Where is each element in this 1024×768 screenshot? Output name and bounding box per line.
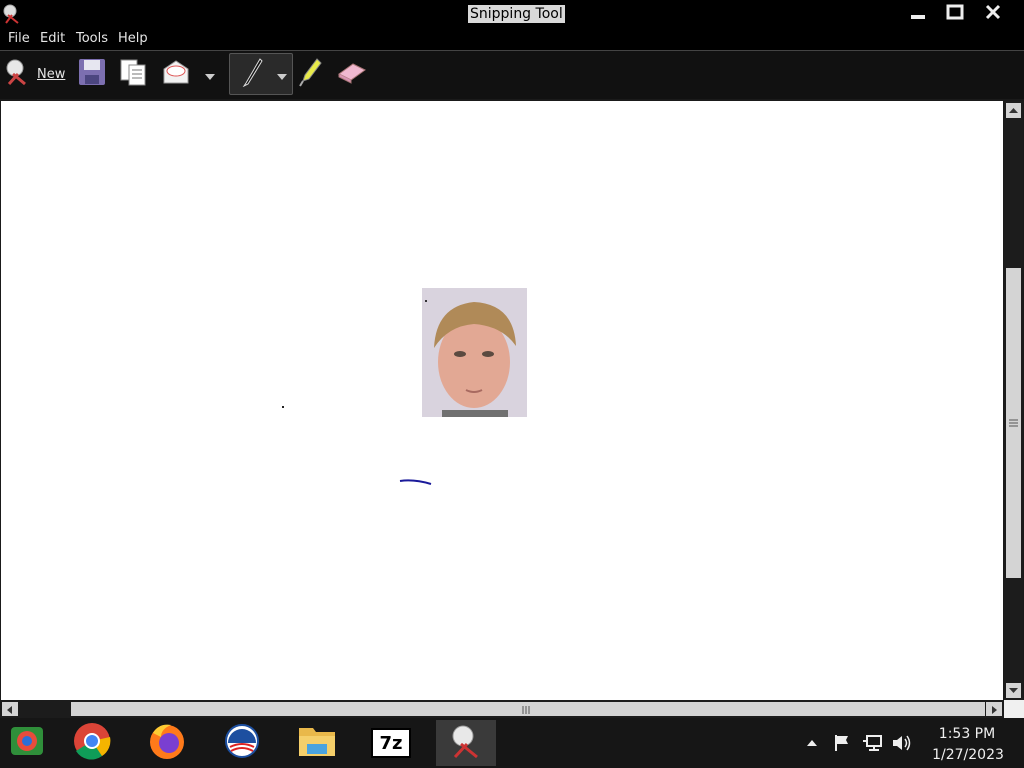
taskbar-snipping-tool[interactable] bbox=[436, 720, 496, 766]
file-explorer-icon bbox=[297, 722, 337, 764]
copy-icon bbox=[118, 57, 148, 91]
ink-dot bbox=[282, 406, 284, 408]
pen-dropdown[interactable] bbox=[274, 56, 290, 92]
snipping-tool-app-icon[interactable] bbox=[2, 3, 24, 25]
scroll-up-button[interactable] bbox=[1006, 103, 1021, 118]
scroll-down-button[interactable] bbox=[1006, 683, 1021, 698]
clock-time[interactable]: 1:53 PM bbox=[930, 726, 1004, 742]
7zip-icon: 7z bbox=[371, 728, 411, 758]
menu-file[interactable]: File bbox=[8, 31, 30, 46]
scrollbar-corner bbox=[1004, 700, 1024, 718]
obama-logo-icon bbox=[224, 723, 260, 763]
taskbar-firefox[interactable] bbox=[137, 720, 197, 766]
save-icon bbox=[77, 57, 107, 91]
copy-button[interactable] bbox=[115, 56, 151, 92]
window-title: Snipping Tool bbox=[468, 5, 565, 23]
highlighter-icon bbox=[297, 56, 323, 92]
send-snip-button[interactable] bbox=[158, 56, 194, 92]
new-snip-icon bbox=[3, 57, 33, 91]
action-center-flag-icon[interactable] bbox=[832, 733, 852, 753]
clock-date[interactable]: 1/27/2023 bbox=[920, 747, 1016, 763]
snipping-tool-icon bbox=[447, 722, 485, 764]
show-hidden-icons-button[interactable] bbox=[804, 735, 820, 751]
7zip-icon-label: 7z bbox=[379, 732, 403, 754]
taskbar-file-explorer[interactable] bbox=[287, 720, 347, 766]
firefox-icon bbox=[147, 721, 187, 765]
scroll-right-button[interactable] bbox=[986, 702, 1002, 716]
send-snip-icon bbox=[160, 57, 192, 91]
pen-dropdown-icon bbox=[277, 65, 287, 84]
captured-photo bbox=[422, 288, 527, 417]
network-icon[interactable] bbox=[861, 733, 883, 753]
minimize-icon bbox=[909, 5, 927, 24]
menu-edit[interactable]: Edit bbox=[40, 31, 65, 46]
pen-icon bbox=[240, 57, 264, 91]
dropdown-arrow-icon bbox=[205, 65, 215, 84]
taskbar-chrome-remote[interactable] bbox=[0, 720, 54, 766]
minimize-button[interactable] bbox=[902, 4, 934, 24]
eraser-button[interactable] bbox=[333, 56, 369, 92]
maximize-button[interactable] bbox=[939, 4, 971, 24]
chrome-icon bbox=[72, 721, 112, 765]
vertical-scroll-thumb[interactable] bbox=[1006, 268, 1021, 578]
chrome-remote-icon bbox=[9, 723, 45, 763]
toolbar bbox=[0, 51, 1024, 99]
menu-tools[interactable]: Tools bbox=[76, 31, 108, 46]
volume-icon[interactable] bbox=[891, 733, 913, 753]
pen-stroke bbox=[399, 479, 432, 485]
menu-bar bbox=[0, 28, 1024, 51]
taskbar-chrome[interactable] bbox=[62, 720, 122, 766]
close-button[interactable] bbox=[977, 4, 1009, 24]
highlighter-button[interactable] bbox=[292, 56, 328, 92]
eraser-icon bbox=[335, 60, 367, 88]
scroll-left-button[interactable] bbox=[2, 702, 18, 716]
new-snip-button[interactable] bbox=[0, 56, 36, 92]
maximize-icon bbox=[946, 4, 964, 24]
taskbar-obama-logo[interactable] bbox=[212, 720, 272, 766]
taskbar-7zip[interactable]: 7z bbox=[361, 720, 421, 766]
send-snip-dropdown[interactable] bbox=[200, 56, 220, 92]
new-snip-label[interactable]: New bbox=[37, 67, 65, 82]
horizontal-scroll-thumb[interactable] bbox=[71, 702, 985, 716]
save-button[interactable] bbox=[74, 56, 110, 92]
pen-button[interactable] bbox=[233, 56, 271, 92]
close-icon bbox=[984, 4, 1002, 24]
menu-help[interactable]: Help bbox=[118, 31, 148, 46]
